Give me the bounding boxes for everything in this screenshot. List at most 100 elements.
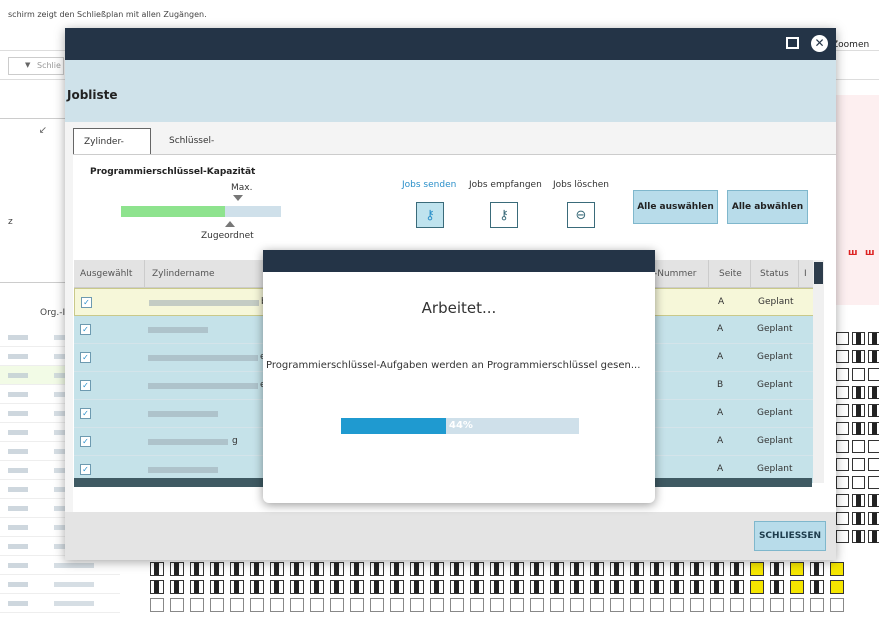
lock-cell[interactable] bbox=[570, 598, 584, 612]
lock-cell[interactable] bbox=[852, 458, 865, 471]
lock-cell[interactable] bbox=[310, 598, 324, 612]
lock-cell[interactable] bbox=[868, 440, 879, 453]
background-select[interactable]: ▼ Schlie bbox=[8, 57, 64, 75]
lock-cell[interactable] bbox=[350, 562, 364, 576]
lock-cell[interactable] bbox=[836, 404, 849, 417]
minus-circle-icon[interactable]: ⊖ bbox=[567, 202, 595, 228]
lock-cell[interactable] bbox=[610, 562, 624, 576]
lock-cell[interactable] bbox=[770, 562, 784, 576]
lock-cell[interactable] bbox=[590, 562, 604, 576]
lock-cell[interactable] bbox=[836, 458, 849, 471]
lock-cell[interactable] bbox=[450, 562, 464, 576]
lock-cell[interactable] bbox=[490, 562, 504, 576]
tab-schluessel-jobs[interactable]: Schlüssel-Jobs bbox=[159, 128, 225, 172]
lock-cell[interactable] bbox=[250, 598, 264, 612]
lock-cell[interactable] bbox=[868, 476, 879, 489]
lock-cell[interactable] bbox=[330, 562, 344, 576]
lock-cell[interactable] bbox=[690, 580, 704, 594]
lock-cell[interactable] bbox=[836, 512, 849, 525]
key-send-icon[interactable]: ⚷ bbox=[416, 202, 444, 228]
lock-cell[interactable] bbox=[770, 598, 784, 612]
lock-cell[interactable] bbox=[868, 458, 879, 471]
lock-cell[interactable] bbox=[836, 332, 849, 345]
jobs-send-label[interactable]: Jobs senden bbox=[402, 180, 456, 190]
lock-cell[interactable] bbox=[868, 350, 879, 363]
lock-cell[interactable] bbox=[370, 580, 384, 594]
lock-cell[interactable] bbox=[430, 598, 444, 612]
lock-cell[interactable] bbox=[868, 530, 879, 543]
deselect-all-button[interactable]: Alle abwählen bbox=[727, 190, 808, 224]
lock-cell[interactable] bbox=[210, 580, 224, 594]
lock-cell[interactable] bbox=[868, 512, 879, 525]
lock-cell[interactable] bbox=[530, 598, 544, 612]
collapse-arrow-icon[interactable]: ↙ bbox=[39, 125, 47, 136]
column-extra[interactable]: I bbox=[804, 269, 807, 279]
lock-cell[interactable] bbox=[750, 598, 764, 612]
row-checkbox[interactable]: ✓ bbox=[80, 352, 91, 363]
lock-cell[interactable] bbox=[650, 562, 664, 576]
lock-cell[interactable] bbox=[510, 580, 524, 594]
lock-cell[interactable] bbox=[810, 580, 824, 594]
lock-cell[interactable] bbox=[710, 580, 724, 594]
lock-cell[interactable] bbox=[868, 422, 879, 435]
lock-cell[interactable] bbox=[410, 562, 424, 576]
lock-cell[interactable] bbox=[650, 598, 664, 612]
lock-cell[interactable] bbox=[250, 580, 264, 594]
row-checkbox[interactable]: ✓ bbox=[80, 464, 91, 475]
lock-cell[interactable] bbox=[150, 562, 164, 576]
lock-cell[interactable] bbox=[710, 598, 724, 612]
lock-cell[interactable] bbox=[810, 562, 824, 576]
lock-cell[interactable] bbox=[270, 580, 284, 594]
column-selected[interactable]: Ausgewählt bbox=[80, 269, 132, 279]
lock-cell[interactable] bbox=[150, 580, 164, 594]
select-all-button[interactable]: Alle auswählen bbox=[633, 190, 718, 224]
lock-cell[interactable] bbox=[510, 562, 524, 576]
lock-cell[interactable] bbox=[852, 404, 865, 417]
lock-cell[interactable] bbox=[470, 562, 484, 576]
lock-cell[interactable] bbox=[190, 580, 204, 594]
lock-cell[interactable] bbox=[450, 580, 464, 594]
lock-cell[interactable] bbox=[550, 580, 564, 594]
lock-cell[interactable] bbox=[170, 598, 184, 612]
lock-cell[interactable] bbox=[610, 580, 624, 594]
lock-cell[interactable] bbox=[470, 580, 484, 594]
lock-cell[interactable] bbox=[868, 386, 879, 399]
lock-cell[interactable] bbox=[630, 580, 644, 594]
lock-cell[interactable] bbox=[852, 350, 865, 363]
lock-cell[interactable] bbox=[190, 598, 204, 612]
lock-cell[interactable] bbox=[810, 598, 824, 612]
lock-cell[interactable] bbox=[790, 562, 804, 576]
vertical-scrollbar[interactable] bbox=[813, 260, 824, 483]
lock-cell[interactable] bbox=[868, 332, 879, 345]
lock-cell[interactable] bbox=[836, 350, 849, 363]
lock-cell[interactable] bbox=[590, 580, 604, 594]
lock-cell[interactable] bbox=[868, 368, 879, 381]
lock-cell[interactable] bbox=[490, 598, 504, 612]
lock-cell[interactable] bbox=[630, 562, 644, 576]
lock-cell[interactable] bbox=[868, 494, 879, 507]
lock-cell[interactable] bbox=[852, 494, 865, 507]
lock-cell[interactable] bbox=[430, 580, 444, 594]
lock-cell[interactable] bbox=[290, 580, 304, 594]
jobs-receive-label[interactable]: Jobs empfangen bbox=[469, 180, 542, 190]
lock-cell[interactable] bbox=[836, 422, 849, 435]
lock-cell[interactable] bbox=[570, 580, 584, 594]
lock-cell[interactable] bbox=[630, 598, 644, 612]
lock-cell[interactable] bbox=[670, 580, 684, 594]
lock-cell[interactable] bbox=[830, 598, 844, 612]
lock-cell[interactable] bbox=[650, 580, 664, 594]
lock-cell[interactable] bbox=[610, 598, 624, 612]
lock-cell[interactable] bbox=[410, 580, 424, 594]
row-checkbox[interactable]: ✓ bbox=[80, 408, 91, 419]
lock-cell[interactable] bbox=[510, 598, 524, 612]
lock-cell[interactable] bbox=[852, 386, 865, 399]
lock-cell[interactable] bbox=[790, 598, 804, 612]
lock-cell[interactable] bbox=[836, 368, 849, 381]
lock-cell[interactable] bbox=[730, 562, 744, 576]
lock-cell[interactable] bbox=[750, 562, 764, 576]
column-number[interactable]: -Nummer bbox=[654, 269, 696, 279]
lock-cell[interactable] bbox=[170, 580, 184, 594]
lock-cell[interactable] bbox=[550, 598, 564, 612]
lock-cell[interactable] bbox=[230, 580, 244, 594]
lock-cell[interactable] bbox=[370, 562, 384, 576]
